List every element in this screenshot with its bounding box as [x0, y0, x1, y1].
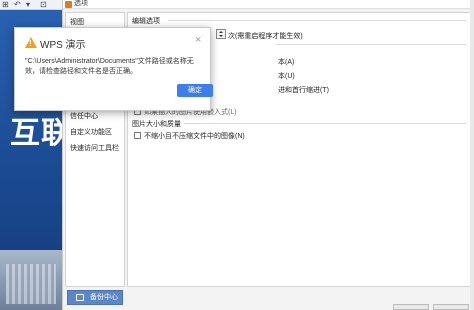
option-text-t: 进和首行缩进(T) — [278, 87, 329, 94]
nav-item-quick-access[interactable]: 快速访问工具栏 — [70, 143, 119, 153]
backup-center-button[interactable]: 备份中心 — [67, 290, 123, 305]
options-cancel-button[interactable] — [433, 304, 469, 310]
options-title-bar: 选项 — [63, 0, 471, 9]
no-compress-label: 不缩小且不压缩文件中的图像(N) — [144, 133, 245, 140]
no-compress-checkbox[interactable] — [134, 132, 141, 139]
options-ok-button[interactable] — [393, 304, 429, 310]
dropdown-icon[interactable]: ▾ — [26, 0, 30, 10]
options-title: 选项 — [74, 0, 88, 7]
alert-title: WPS 演示 — [40, 40, 86, 51]
option-text-u: 本(U) — [278, 73, 295, 80]
wps-alert-dialog: WPS 演示 × "C:\Users\Administrator\Documen… — [14, 27, 213, 111]
alert-ok-button[interactable]: 确定 — [177, 84, 213, 97]
nav-item-view[interactable]: 视图 — [70, 17, 84, 27]
divider — [276, 44, 466, 45]
slide-building-image — [0, 250, 62, 310]
spin-suffix: 次(需重启程序才能生效) — [228, 33, 303, 40]
nav-item-customize-ribbon[interactable]: 自定义功能区 — [70, 127, 112, 137]
section-edit-options: 编辑选项 — [132, 18, 160, 25]
wps-app-icon — [65, 1, 72, 8]
alert-message: "C:\Users\Administrator\Documents"文件路径或名… — [25, 58, 194, 75]
undo-count-spinner[interactable] — [216, 29, 226, 39]
backup-icon — [76, 294, 84, 301]
nav-item-trust-center[interactable]: 信任中心 — [70, 111, 98, 121]
option-text-a: 本(A) — [278, 59, 295, 66]
window-edge — [470, 0, 474, 310]
close-icon[interactable]: × — [195, 34, 201, 46]
save-icon[interactable]: ⊞ — [2, 0, 9, 10]
customize-icon[interactable]: ⊡ — [40, 0, 47, 10]
section-image-quality: 图片大小和质量 — [132, 121, 181, 128]
divider — [168, 20, 466, 21]
undo-icon[interactable]: ↶ — [14, 0, 21, 10]
warning-icon — [25, 37, 37, 48]
divider — [184, 123, 466, 124]
quick-access-toolbar: ⊞ ↶ ▾ ⊡ — [0, 0, 62, 10]
